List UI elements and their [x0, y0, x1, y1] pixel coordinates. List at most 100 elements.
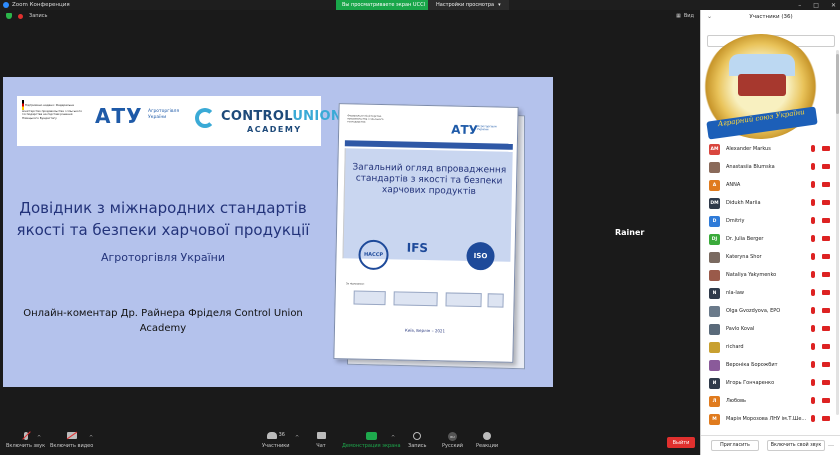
- more-options-icon[interactable]: …: [828, 441, 834, 448]
- share-screen-icon: [365, 432, 377, 440]
- participant-row[interactable]: richard: [701, 338, 840, 356]
- participant-row[interactable]: AM Alexander Markus: [701, 140, 840, 158]
- avatar: DM: [709, 197, 720, 209]
- participant-row[interactable]: Nnla-law: [701, 284, 840, 302]
- share-options-chevron-icon[interactable]: ^: [391, 435, 395, 441]
- start-video-label: Включить видео: [50, 443, 94, 449]
- book-city-year: Київ, Берлін – 2021: [404, 327, 446, 334]
- participants-label: Участники: [262, 443, 290, 449]
- close-icon[interactable]: ✕: [831, 2, 836, 9]
- avatar: М: [709, 413, 720, 425]
- book-atu-logo: АТУ: [451, 122, 479, 138]
- panel-title: Участники (36): [749, 14, 793, 20]
- participant-name: Olga Gvozdyova, EPO: [726, 308, 781, 314]
- participant-name: Dr. Julia Berger: [726, 236, 764, 242]
- participant-row[interactable]: М Марія Морозова ЛНУ ім.Т.Ше...: [701, 410, 840, 428]
- camera-off-icon: [822, 272, 830, 277]
- participant-row[interactable]: A ANNA: [701, 176, 840, 194]
- participant-row[interactable]: Вероніка Борожбит: [701, 356, 840, 374]
- avatar: AM: [709, 143, 720, 155]
- audio-options-chevron-icon[interactable]: ^: [37, 435, 41, 441]
- participant-name: Nataliya Yakymenko: [726, 272, 777, 278]
- avatar: [709, 341, 720, 353]
- maximize-icon[interactable]: □: [813, 2, 819, 9]
- invite-button[interactable]: Пригласить: [711, 440, 759, 451]
- participant-row[interactable]: Anastasiia Blumska: [701, 158, 840, 176]
- participant-row[interactable]: Nataliya Yakymenko: [701, 266, 840, 284]
- participant-row[interactable]: И Игорь Гончаренко: [701, 374, 840, 392]
- share-banner-text: Вы просматриваете экран UCCI: [342, 2, 426, 8]
- minimize-icon[interactable]: –: [798, 2, 801, 9]
- ministry-logo: Підтримано надано: Федеральне міністерст…: [22, 100, 82, 120]
- participants-chevron-icon[interactable]: ^: [295, 435, 299, 441]
- meeting-info-bar: Запись: [6, 13, 47, 19]
- video-options-chevron-icon[interactable]: ^: [89, 435, 93, 441]
- panel-footer: Пригласить Включить свой звук …: [701, 435, 840, 455]
- microphone-muted-icon: [811, 361, 815, 368]
- chat-icon: [316, 432, 326, 439]
- microphone-muted-icon: [811, 199, 815, 206]
- record-dot-icon: [18, 13, 23, 19]
- microphone-muted-icon: [811, 181, 815, 188]
- ministry-text: Підтримано надано: Федеральне міністерст…: [22, 103, 82, 120]
- share-screen-label: Демонстрация экрана: [342, 443, 401, 449]
- grid-icon: ▦: [676, 13, 681, 19]
- slide-subtitle: Агроторгівля України: [100, 251, 226, 264]
- camera-off-icon: [822, 236, 830, 241]
- banner-sky: [729, 54, 795, 76]
- panel-header: ⌄ Участники (36): [701, 10, 840, 24]
- microphone-muted-icon: [811, 289, 815, 296]
- cu-name-b: UNION: [292, 109, 343, 124]
- video-tile-rainer[interactable]: Rainer: [556, 77, 700, 387]
- camera-off-icon: [822, 200, 830, 205]
- avatar: A: [709, 179, 720, 191]
- microphone-muted-icon: [811, 253, 815, 260]
- record-icon: [413, 432, 422, 440]
- language-button[interactable]: RU Русский: [442, 432, 463, 449]
- participant-name: Любовь: [726, 398, 747, 404]
- participant-list-scrollbar-thumb[interactable]: [836, 54, 839, 114]
- unmute-self-button[interactable]: Включить свой звук: [767, 440, 825, 451]
- participant-row[interactable]: Kateryna Shor: [701, 248, 840, 266]
- chat-button[interactable]: Чат: [316, 432, 326, 449]
- participant-list: AM Alexander Markus Anastasiia Blumska A ANN…: [701, 140, 840, 428]
- camera-off-icon: [822, 254, 830, 259]
- participant-row[interactable]: Olga Gvozdyova, EPO: [701, 302, 840, 320]
- control-union-mark-icon: [195, 108, 215, 128]
- participant-name: Anastasiia Blumska: [726, 164, 775, 170]
- leave-button[interactable]: Выйти: [667, 437, 695, 448]
- participant-name: Марія Морозова ЛНУ ім.Т.Ше...: [726, 416, 807, 422]
- atu-logo: АТУ: [95, 104, 143, 128]
- chat-label: Чат: [316, 443, 326, 449]
- view-options-button[interactable]: Настройки просмотра ▾: [428, 0, 509, 10]
- zoom-window: Zoom Конференция Вы просматриваете экран…: [0, 0, 840, 455]
- partner-logo: [445, 292, 482, 308]
- record-button[interactable]: Запись: [408, 432, 426, 449]
- participant-row[interactable]: DM Didukh Mariia: [701, 194, 840, 212]
- participants-count: 36: [278, 432, 285, 438]
- chevron-down-icon[interactable]: ⌄: [707, 13, 712, 20]
- participants-button[interactable]: 36 Участники: [262, 432, 290, 449]
- shield-icon[interactable]: [6, 13, 12, 19]
- camera-off-icon: [822, 380, 830, 385]
- participant-name: Игорь Гончаренко: [726, 380, 775, 386]
- participant-row[interactable]: D Dmitriy: [701, 212, 840, 230]
- participant-row[interactable]: DJ Dr. Julia Berger: [701, 230, 840, 248]
- camera-off-icon: [822, 362, 830, 367]
- slide-title: Довідник з міжнародних стандартів якості…: [16, 199, 310, 239]
- start-video-button[interactable]: Включить видео: [50, 432, 93, 449]
- camera-off-icon: [822, 290, 830, 295]
- camera-off-icon: [822, 308, 830, 313]
- unmute-label: Включить звук: [6, 443, 46, 449]
- view-button[interactable]: ▦ Вид: [676, 13, 694, 19]
- participant-name: nla-law: [726, 290, 744, 296]
- participant-row[interactable]: Pavlo Koval: [701, 320, 840, 338]
- shared-slide: Підтримано надано: Федеральне міністерст…: [3, 77, 553, 387]
- microphone-muted-icon: [811, 163, 815, 170]
- participant-row[interactable]: Л Любовь: [701, 392, 840, 410]
- avatar: D: [709, 215, 720, 227]
- control-union-name: CONTROLUNION: [221, 109, 342, 124]
- logo-strip: Підтримано надано: Федеральне міністерст…: [17, 96, 342, 146]
- reactions-button[interactable]: Реакции: [476, 432, 498, 449]
- atu-subtitle: Агроторгівля України: [148, 109, 180, 120]
